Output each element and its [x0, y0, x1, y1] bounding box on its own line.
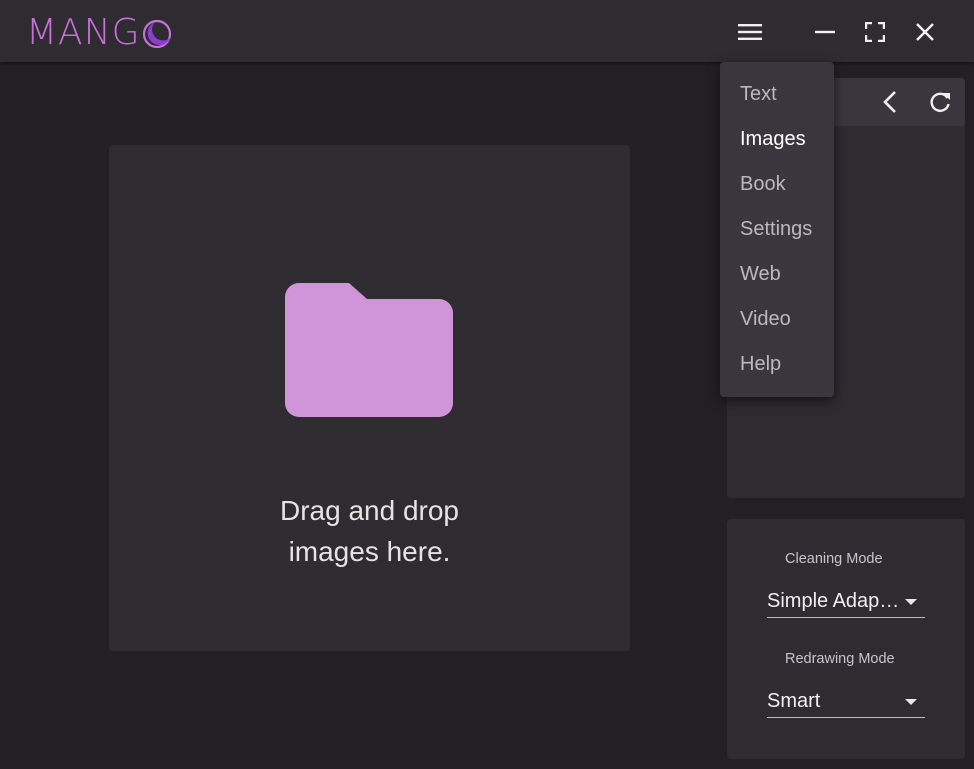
cleaning-mode-select[interactable]: Simple Adap…	[767, 584, 925, 618]
caret-down-icon	[905, 699, 917, 705]
redrawing-mode-value: Smart	[767, 690, 821, 712]
minimize-icon[interactable]	[805, 12, 845, 52]
image-drop-zone[interactable]: Drag and drop images here.	[109, 145, 630, 651]
menu-item-web[interactable]: Web	[720, 252, 834, 297]
caret-down-icon	[905, 599, 917, 605]
settings-panel: Cleaning Mode Simple Adap… Redrawing Mod…	[727, 519, 965, 759]
menu-item-images[interactable]: Images	[720, 117, 834, 162]
hamburger-menu-icon[interactable]	[730, 12, 770, 52]
nav-menu: Text Images Book Settings Web Video Help	[720, 62, 834, 397]
cleaning-mode-label: Cleaning Mode	[785, 551, 883, 567]
menu-item-text[interactable]: Text	[720, 72, 834, 117]
redrawing-mode-select[interactable]: Smart	[767, 684, 925, 718]
close-icon[interactable]	[905, 12, 945, 52]
fullscreen-icon[interactable]	[855, 12, 895, 52]
logo-text: MANG	[26, 12, 141, 53]
chevron-left-icon[interactable]	[870, 82, 910, 122]
redrawing-mode-label: Redrawing Mode	[785, 651, 895, 667]
crescent-o-logo-icon	[141, 13, 175, 53]
refresh-icon[interactable]	[920, 82, 960, 122]
title-bar: MANG	[0, 0, 974, 62]
cleaning-mode-value: Simple Adap…	[767, 590, 900, 612]
drop-instructions: Drag and drop images here.	[279, 495, 459, 567]
menu-item-video[interactable]: Video	[720, 297, 834, 342]
menu-item-help[interactable]: Help	[720, 342, 834, 387]
app-window: MANG Drag and drop images here. Cleaning…	[0, 0, 974, 769]
menu-item-settings[interactable]: Settings	[720, 207, 834, 252]
folder-icon	[285, 282, 455, 423]
app-logo: MANG	[26, 13, 175, 53]
menu-item-book[interactable]: Book	[720, 162, 834, 207]
